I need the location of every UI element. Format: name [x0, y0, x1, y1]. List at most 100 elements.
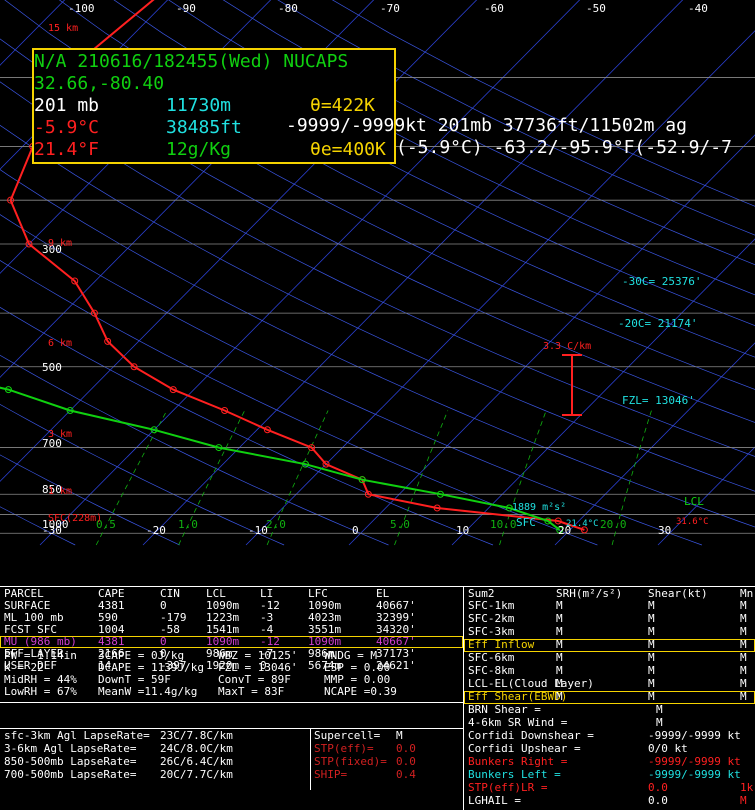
thermo-cell: MaxT = 83F [218, 685, 285, 698]
supercell-label: Supercell= [314, 729, 381, 742]
kin-srh: M [556, 651, 563, 664]
mixing-ratio-label: 2.0 [266, 518, 286, 531]
mixing-ratio-label: 5.0 [390, 518, 410, 531]
lapse-value: 26C/6.4C/km [160, 755, 233, 768]
readout-line1: N/A 210616/182455(Wed) NUCAPS [34, 51, 349, 72]
isotherm-line [657, 446, 755, 546]
isotherm-line [348, 134, 755, 546]
x-tick-bottom: 10 [456, 524, 469, 537]
kin-srh: M [556, 599, 563, 612]
thermo-cell: LowRH = 67% [4, 685, 77, 698]
thermo-cell: NCAPE =0.39 [324, 685, 397, 698]
kin-shear: M [648, 599, 655, 612]
cursor-readout-box: N/A 210616/182455(Wed) NUCAPS 32.66,-80.… [32, 48, 396, 164]
kin-label: SFC-2km [468, 612, 515, 625]
supercell-label: STP(eff)= [314, 742, 374, 755]
readout-temp-c: -5.9°C [34, 117, 100, 138]
x-tick-bottom: -10 [248, 524, 268, 537]
readout-thetae: θe=400K [310, 139, 386, 160]
kin-shear: M [648, 677, 655, 690]
readout-latlon: 32.66,-80.40 [34, 73, 165, 94]
height-label: 6 km [48, 338, 72, 349]
readout-theta: θ=422K [310, 95, 376, 116]
supercell-value: 0.0 [396, 755, 416, 768]
ann-lcl: LCL [684, 495, 704, 508]
ann-vtemp: 31.6°C [676, 517, 709, 527]
effective-layer-bar [562, 354, 582, 416]
x-tick-bottom: 30 [658, 524, 671, 537]
supercell-label: STP(fixed)= [314, 755, 387, 768]
kin-extra-value: -9999/-9999 kt [648, 768, 741, 781]
lapse-label: 700-500mb LapseRate= [4, 768, 137, 781]
supercell-label: SHIP= [314, 768, 348, 781]
ann-minus30: -30C= 25376' [622, 275, 701, 288]
lapse-label: 3-6km Agl LapseRate= [4, 742, 137, 755]
x-tick-bottom: 0 [352, 524, 359, 537]
kin-header-cell: Shear(kt) [648, 587, 708, 600]
lapse-label: 850-500mb LapseRate= [4, 755, 137, 768]
kin-srh: M [556, 625, 563, 638]
data-panel: PARCEL CAPE CIN LCL LI LFC EL SURFACE 4381 0 1090m… [0, 580, 755, 810]
kin-extra-label: 4-6km SR Wind = [468, 716, 568, 729]
x-tick-top: -50 [586, 2, 606, 15]
x-tick-top: -90 [176, 2, 196, 15]
kin-shear: M [648, 625, 655, 638]
kin-extra-value: 0.0 [648, 781, 668, 794]
kin-shear: M [648, 664, 655, 677]
pressure-label: 500 [42, 361, 62, 374]
kin-extra-value: M [656, 716, 663, 729]
lapse-value: 20C/7.7C/km [160, 768, 233, 781]
kin-extra-value: -9999/-9999 kt [648, 729, 741, 742]
kin-extra-label: Corfidi Upshear = [468, 742, 581, 755]
readout-pressure: 201 mb [34, 95, 100, 116]
kin-extra-label: Bunkers Right = [468, 755, 568, 768]
kin-extra-value: -9999/-9999 kt [648, 755, 741, 768]
kin-mn: M [740, 651, 747, 664]
kin-extra-label: BRN Shear = [468, 703, 541, 716]
kin-mn: M [740, 625, 747, 638]
kin-extra-label: Corfidi Downshear = [468, 729, 594, 742]
kin-mn: M [740, 664, 747, 677]
ann-minus20: -20C= 21174' [618, 317, 697, 330]
x-tick-top: -60 [484, 2, 504, 15]
isotherm-line [451, 238, 755, 546]
lapse-label: sfc-3km Agl LapseRate= [4, 729, 150, 742]
readout-overlay2: (-5.9°C) -63.2/-95.9°F(-52.9/-7 [396, 137, 732, 158]
kin-extra-value2: 1k [740, 781, 754, 794]
height-label: 1 km [48, 486, 72, 497]
kin-extra-value: 0.0 [648, 794, 668, 807]
x-tick-top: -80 [278, 2, 298, 15]
height-label: 3 km [48, 429, 72, 440]
kin-extra-value2: M [740, 794, 747, 807]
ann-sfc: SFC [516, 516, 536, 529]
kin-srh: M [556, 612, 563, 625]
lapse-value: 23C/7.8C/km [160, 729, 233, 742]
kin-srh: M [556, 677, 563, 690]
kin-srh: M [556, 664, 563, 677]
kin-mn: M [740, 612, 747, 625]
ann-srh: 1889 m²s² [512, 502, 566, 513]
readout-mixr: 12g/Kg [166, 139, 232, 160]
readout-height-m: 11730m [166, 95, 232, 116]
kin-label: SFC-8km [468, 664, 515, 677]
height-label: 9 km [48, 238, 72, 249]
mixing-ratio-label: 10.0 [490, 518, 517, 531]
isotherm-line [554, 342, 755, 546]
supercell-value: 0.4 [396, 768, 416, 781]
kin-header-cell: SRH(m²/s²) [556, 587, 623, 600]
height-label: SFC(228m) [48, 513, 102, 524]
kin-extra-value: 0/0 kt [648, 742, 688, 755]
kin-shear: M [648, 651, 655, 664]
kin-extra-label: LGHAIL = [468, 794, 521, 807]
ann-lapse: 3.3 C/km [543, 341, 591, 352]
kin-label: SFC-1km [468, 599, 515, 612]
readout-height-ft: 38485ft [166, 117, 242, 138]
lapse-value: 24C/8.0C/km [160, 742, 233, 755]
height-label: 15 km [48, 23, 78, 34]
thermo-cell: MeanW =11.4g/kg [98, 685, 198, 698]
kin-label: SFC-3km [468, 625, 515, 638]
kin-row-highlight [464, 639, 755, 652]
kin-shear: M [648, 612, 655, 625]
supercell-value: M [396, 729, 403, 742]
kin-mn: M [740, 599, 747, 612]
